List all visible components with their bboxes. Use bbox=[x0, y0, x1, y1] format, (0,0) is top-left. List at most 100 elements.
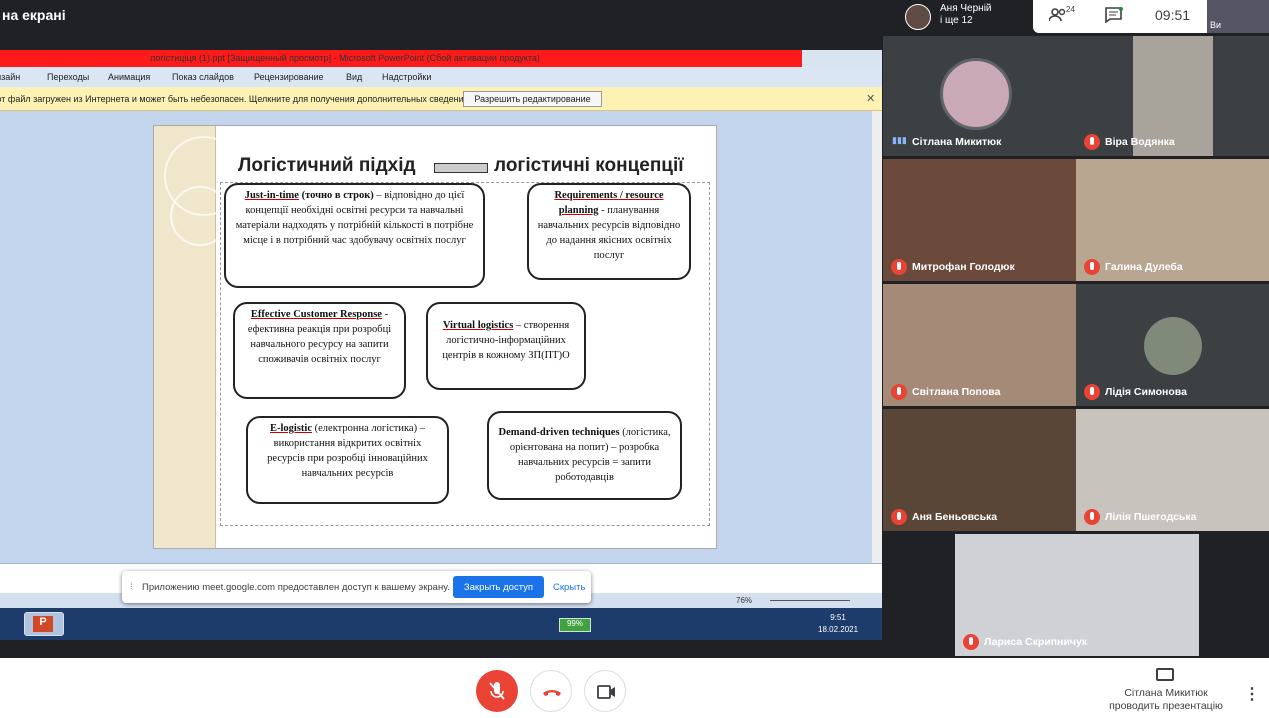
ribbon-tab[interactable]: Вид bbox=[346, 72, 362, 82]
participant-name: Митрофан Голодюк bbox=[912, 261, 1015, 273]
self-view-tile[interactable]: Ви bbox=[1207, 0, 1269, 33]
concept-box: Requirements / resource planning - плану… bbox=[527, 183, 691, 280]
window-buttons[interactable] bbox=[802, 50, 882, 67]
zoom-level: 76% bbox=[736, 596, 753, 605]
ribbon-tab[interactable]: Рецензирование bbox=[254, 72, 324, 82]
presenter-name: Сітлана Микитюк bbox=[1124, 687, 1208, 699]
share-notice-text: Приложению meet.google.com предоставлен … bbox=[142, 582, 450, 593]
mic-off-icon bbox=[1084, 259, 1100, 275]
concept-head-extra: (точно в строк) bbox=[298, 190, 374, 201]
participant-tile[interactable]: Лілія Пшегодська bbox=[1076, 409, 1269, 531]
camera-icon bbox=[597, 685, 615, 699]
battery-percent: 99% bbox=[566, 619, 583, 628]
participant-tile[interactable]: Лариса Скрипничук bbox=[955, 534, 1199, 656]
stop-sharing-button[interactable]: Закрыть доступ bbox=[453, 576, 544, 598]
ribbon-tab[interactable]: Анимация bbox=[108, 72, 150, 82]
leave-call-button[interactable] bbox=[530, 670, 572, 712]
mic-toggle-button[interactable] bbox=[476, 670, 518, 712]
speaking-icon: ▮▮▮ bbox=[892, 135, 907, 145]
concept-box: Effective Customer Response - ефективна … bbox=[233, 302, 406, 399]
concept-box: Just-in-time (точно в строк) – відповідн… bbox=[224, 183, 485, 288]
more-options-icon[interactable]: ⋮ bbox=[1244, 684, 1260, 704]
mic-off-icon bbox=[891, 509, 907, 525]
participant-name: Світлана Попова bbox=[912, 386, 1001, 398]
zoom-slider[interactable] bbox=[770, 600, 850, 601]
battery-indicator[interactable]: 99% bbox=[559, 618, 591, 632]
meet-bottom-bar bbox=[0, 658, 1269, 718]
avatar bbox=[1144, 317, 1202, 375]
enable-editing-button[interactable]: Разрешить редактирование bbox=[463, 91, 602, 107]
participant-tile[interactable]: Світлана Попова bbox=[883, 284, 1076, 406]
concept-head: Demand-driven techniques bbox=[498, 427, 620, 438]
participant-name: Віра Водянка bbox=[1105, 136, 1175, 148]
tray-date: 18.02.2021 bbox=[818, 625, 859, 634]
slide-title-left: Логістичний підхід bbox=[238, 155, 416, 176]
warning-text[interactable]: Этот файл загружен из Интернета и может … bbox=[0, 94, 471, 104]
mic-off-icon bbox=[963, 634, 979, 650]
tray-time: 9:51 bbox=[830, 613, 846, 622]
participant-name: Аня Беньовська bbox=[912, 511, 998, 523]
powerpoint-taskbar-button[interactable]: P bbox=[24, 612, 64, 636]
tray-clock[interactable]: 9:51 18.02.2021 bbox=[818, 612, 858, 636]
hangup-icon bbox=[543, 690, 561, 696]
participant-tile[interactable]: Лідія Симонова bbox=[1076, 284, 1269, 406]
participant-name: Сітлана Микитюк bbox=[912, 136, 1002, 148]
concept-head: Effective Customer Response bbox=[250, 309, 382, 320]
close-icon[interactable]: ✕ bbox=[866, 92, 875, 105]
arrow-shape bbox=[434, 163, 488, 173]
presenter-action: проводить презентацію bbox=[1109, 700, 1223, 712]
ribbon-tabs: Дизайн Переходы Анимация Показ слайдов Р… bbox=[0, 67, 882, 87]
self-label: Ви bbox=[1210, 20, 1222, 30]
clock: 09:51 bbox=[1155, 7, 1191, 23]
concept-box: E-logistic (електронна логістика) – вико… bbox=[246, 416, 449, 504]
participant-name: Лідія Симонова bbox=[1105, 386, 1187, 398]
owner-avatar bbox=[905, 4, 931, 30]
present-icon bbox=[1156, 668, 1174, 681]
presenter-status[interactable]: Сітлана Микитюк проводить презентацію bbox=[1096, 687, 1236, 713]
ribbon-tab[interactable]: Переходы bbox=[47, 72, 89, 82]
mic-off-icon bbox=[891, 259, 907, 275]
concept-head: Virtual logistics bbox=[442, 320, 514, 331]
participant-count: 24 bbox=[1066, 5, 1075, 14]
powerpoint-icon: P bbox=[33, 616, 53, 632]
mic-off-icon bbox=[891, 384, 907, 400]
window-title: логістиціця (1).ppt [Защищенный просмотр… bbox=[150, 53, 540, 63]
participant-tile[interactable]: Аня Беньовська bbox=[883, 409, 1076, 531]
avatar bbox=[940, 58, 1012, 130]
presenting-title: на екрані bbox=[2, 7, 66, 23]
ribbon-tab[interactable]: Надстройки bbox=[382, 72, 431, 82]
shared-screen: логістиціця (1).ppt [Защищенный просмотр… bbox=[0, 50, 882, 640]
mic-off-icon bbox=[1084, 384, 1100, 400]
concept-head: Just-in-time bbox=[244, 190, 299, 201]
slide: Логістичний підхід логістичні концепції … bbox=[153, 125, 717, 549]
slide-title-right: логістичні концепції bbox=[494, 155, 684, 176]
concept-box: Demand-driven techniques (логістика, орі… bbox=[487, 411, 682, 500]
chat-icon[interactable] bbox=[1105, 7, 1123, 23]
owner-info[interactable]: Аня Черній і ще 12 bbox=[940, 3, 992, 27]
ribbon-tab[interactable]: Показ слайдов bbox=[172, 72, 234, 82]
hide-button[interactable]: Скрыть bbox=[553, 582, 585, 593]
mic-off-icon bbox=[489, 682, 505, 700]
participant-tile[interactable]: ▮▮▮ Сітлана Микитюк bbox=[883, 36, 1076, 156]
people-icon[interactable] bbox=[1049, 8, 1067, 22]
participant-name: Галина Дулеба bbox=[1105, 261, 1183, 273]
participant-tile[interactable]: Віра Водянка bbox=[1076, 36, 1269, 156]
owner-name: Аня Черній bbox=[940, 3, 992, 14]
mic-off-icon bbox=[1084, 134, 1100, 150]
camera-toggle-button[interactable] bbox=[584, 670, 626, 712]
mic-off-icon bbox=[1084, 509, 1100, 525]
concept-box: Virtual logistics – створення логістично… bbox=[426, 302, 586, 390]
participant-name: Лариса Скрипничук bbox=[984, 636, 1088, 648]
participant-tile[interactable]: Галина Дулеба bbox=[1076, 159, 1269, 281]
participant-name: Лілія Пшегодська bbox=[1105, 511, 1197, 523]
powerpoint-titlebar: логістиціця (1).ppt [Защищенный просмотр… bbox=[0, 50, 882, 67]
drag-handle-icon[interactable]: ⁞ bbox=[130, 581, 133, 592]
windows-taskbar: P 99% 9:51 18.02.2021 bbox=[0, 608, 882, 640]
owner-extra: і ще 12 bbox=[940, 15, 973, 26]
ribbon-tab[interactable]: Дизайн bbox=[0, 72, 20, 82]
participant-tile[interactable]: Митрофан Голодюк bbox=[883, 159, 1076, 281]
screen-share-notice: ⁞ Приложению meet.google.com предоставле… bbox=[122, 571, 591, 603]
vertical-scrollbar[interactable] bbox=[872, 111, 882, 563]
slide-decoration bbox=[154, 126, 244, 548]
protected-view-bar: Этот файл загружен из Интернета и может … bbox=[0, 87, 882, 111]
